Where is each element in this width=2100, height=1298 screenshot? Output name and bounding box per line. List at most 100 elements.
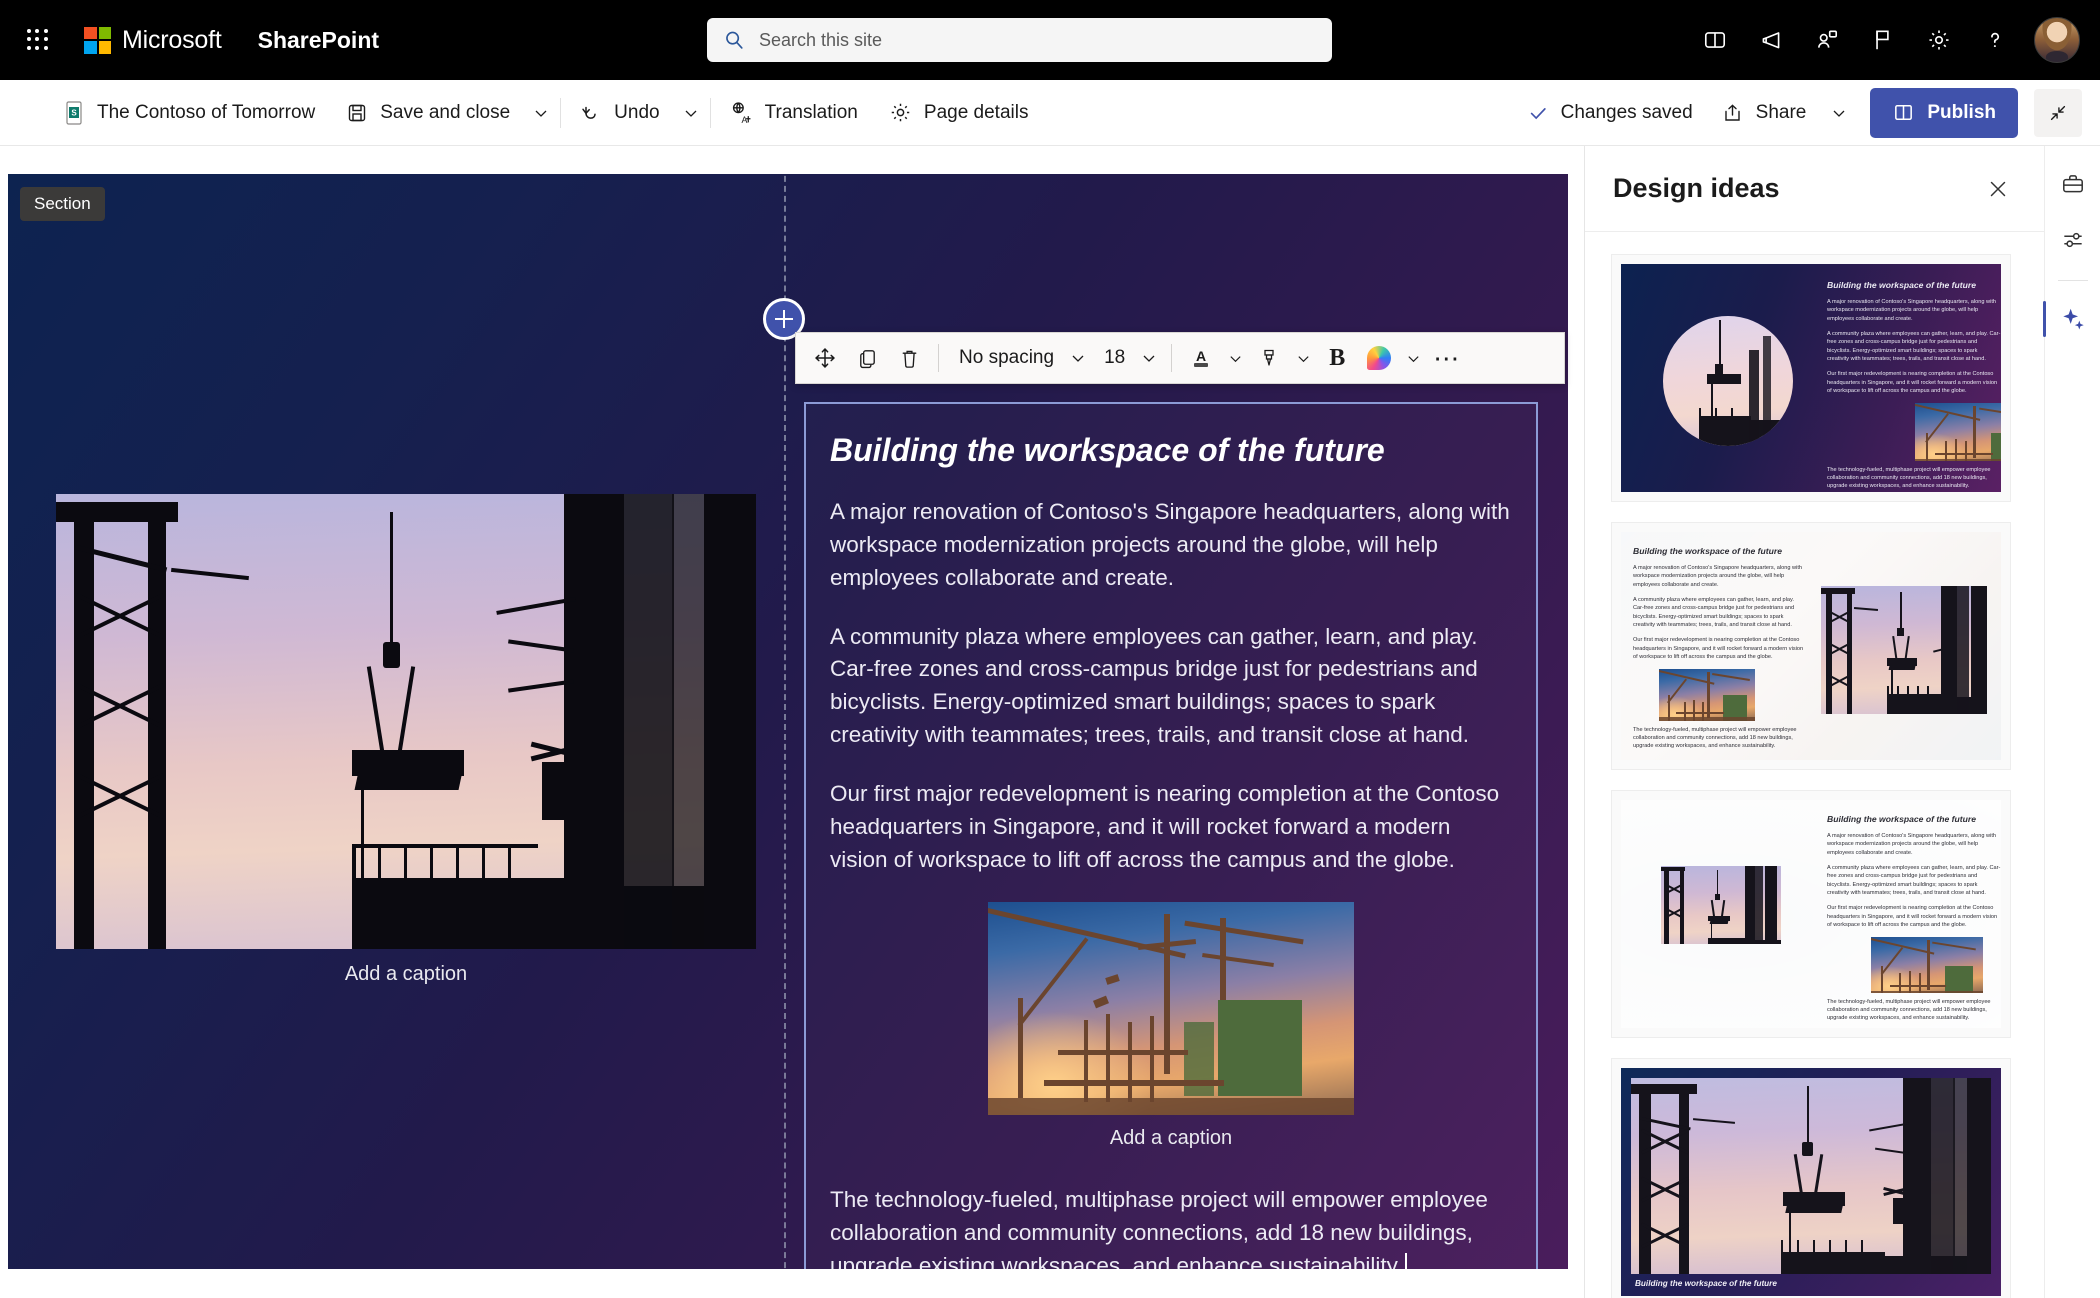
section-label[interactable]: Section (20, 187, 105, 221)
construction-photo (1631, 1078, 1991, 1274)
command-bar: S The Contoso of Tomorrow Save and close… (0, 80, 2100, 146)
app-name-label[interactable]: SharePoint (258, 27, 379, 54)
image-caption-left[interactable]: Add a caption (56, 963, 756, 986)
people-share-icon[interactable] (1800, 12, 1854, 68)
circle-photo (1663, 316, 1793, 446)
page-details-button[interactable]: Page details (874, 89, 1043, 137)
paragraph-style-dropdown[interactable]: No spacing (947, 337, 1092, 379)
construction-photo (1821, 586, 1987, 714)
font-size-dropdown[interactable]: 18 (1092, 337, 1163, 379)
microsoft-logo-icon (84, 26, 111, 54)
construction-photo (56, 494, 756, 949)
site-name-label: The Contoso of Tomorrow (97, 101, 316, 123)
text-webpart-paragraph-last[interactable]: The technology-fueled, multiphase projec… (830, 1184, 1512, 1269)
image-caption-inline[interactable]: Add a caption (988, 1127, 1354, 1150)
suite-bar-actions (1688, 0, 2086, 80)
design-ideas-list: Building the workspace of the future A m… (1585, 232, 2044, 1298)
undo-options-chevron-down-icon[interactable] (676, 89, 706, 137)
delete-icon[interactable] (888, 337, 930, 379)
design-idea-paragraph: The technology-fueled, multiphase projec… (1633, 726, 1797, 750)
design-ideas-icon[interactable] (2042, 295, 2097, 343)
app-launcher-icon[interactable] (16, 18, 60, 62)
changes-saved-label: Changes saved (1560, 101, 1693, 123)
design-ideas-panel: Design ideas Building the workspace of t… (1584, 146, 2044, 1298)
highlight-color-icon[interactable] (1248, 337, 1290, 379)
text-format-toolbar[interactable]: No spacing 18 A B ⋯ (795, 332, 1565, 384)
sharepoint-page-icon: S (66, 100, 82, 125)
design-ideas-title: Design ideas (1613, 173, 1780, 203)
crane-photo (988, 902, 1354, 1116)
avatar[interactable] (2034, 17, 2080, 63)
more-options-icon[interactable]: ⋯ (1426, 337, 1468, 379)
divider (560, 97, 562, 128)
design-idea-thumbnail: Building the workspace of the future (1621, 1068, 2001, 1296)
construction-photo (1661, 866, 1781, 944)
undo-button[interactable]: Undo (565, 89, 673, 137)
divider (2057, 280, 2088, 281)
move-handle-icon[interactable] (804, 337, 846, 379)
save-and-close-button[interactable]: Save and close (331, 89, 524, 137)
page-properties-icon[interactable] (2049, 216, 2097, 264)
text-webpart-paragraph[interactable]: Our first major redevelopment is nearing… (830, 778, 1512, 877)
font-color-icon[interactable]: A (1180, 337, 1222, 379)
share-button[interactable]: Share (1707, 89, 1821, 137)
design-idea-card[interactable]: Building the workspace of the future A m… (1611, 254, 2011, 502)
publish-button[interactable]: Publish (1870, 87, 2018, 138)
panel-icon[interactable] (1688, 12, 1742, 68)
font-size-value: 18 (1104, 347, 1126, 368)
text-webpart[interactable]: Building the workspace of the future A m… (804, 402, 1538, 1269)
duplicate-icon[interactable] (846, 337, 888, 379)
share-chevron-down-icon[interactable] (1824, 89, 1854, 137)
collapse-ribbon-button[interactable] (2034, 88, 2082, 137)
publish-icon (1895, 105, 1913, 120)
search-input[interactable] (759, 29, 1316, 51)
design-idea-paragraph: A community plaza where employees can ga… (1633, 596, 1795, 629)
image-webpart-left[interactable]: Add a caption (56, 494, 756, 986)
design-idea-text: Building the workspace of the future A m… (1827, 280, 2001, 492)
command-bar-left: S The Contoso of Tomorrow Save and close… (48, 89, 1042, 137)
svg-text:A: A (741, 115, 747, 125)
font-color-chevron-down-icon[interactable] (1222, 337, 1248, 379)
microsoft-logo[interactable]: Microsoft (84, 26, 222, 55)
megaphone-icon[interactable] (1744, 12, 1798, 68)
design-idea-card[interactable]: Building the workspace of the future A m… (1611, 522, 2011, 770)
design-idea-paragraph: Our first major redevelopment is nearing… (1633, 637, 1804, 661)
page-details-gear-icon (891, 103, 910, 122)
close-icon[interactable] (1978, 169, 2018, 209)
page-details-label: Page details (923, 101, 1029, 123)
text-webpart-title[interactable]: Building the workspace of the future (830, 430, 1512, 470)
suite-bar: Microsoft SharePoint (0, 0, 2100, 80)
bold-icon[interactable]: B (1316, 337, 1358, 379)
flag-icon[interactable] (1856, 12, 1910, 68)
translation-button[interactable]: A Translation (715, 89, 872, 137)
search-box[interactable] (707, 18, 1332, 62)
right-rail (2042, 146, 2100, 1298)
site-name-button[interactable]: S The Contoso of Tomorrow (48, 89, 329, 137)
save-and-close-label: Save and close (380, 101, 511, 123)
design-idea-title: Building the workspace of the future (1827, 280, 1976, 290)
mini-crane-photo (1659, 668, 1755, 721)
chevron-down-icon (1141, 350, 1157, 366)
design-idea-thumbnail: Building the workspace of the future A m… (1621, 264, 2001, 492)
gear-icon[interactable] (1912, 12, 1966, 68)
design-idea-paragraph: The technology-fueled, multiphase projec… (1827, 466, 1991, 490)
save-options-chevron-down-icon[interactable] (526, 89, 556, 137)
share-icon (1724, 103, 1740, 121)
page-canvas[interactable]: Section Add a caption Building the works… (0, 146, 1580, 1298)
help-icon[interactable] (1968, 12, 2022, 68)
undo-icon (582, 106, 596, 119)
svg-text:S: S (71, 108, 77, 117)
design-idea-paragraph: Our first major redevelopment is nearing… (1827, 905, 1998, 929)
inline-image-webpart[interactable]: Add a caption (988, 902, 1354, 1150)
text-webpart-paragraph[interactable]: A community plaza where employees can ga… (830, 621, 1512, 752)
design-idea-card[interactable]: Building the workspace of the future A m… (1611, 790, 2011, 1038)
translation-label: Translation (764, 101, 858, 123)
mini-crane-photo (1871, 936, 1983, 993)
text-webpart-paragraph[interactable]: A major renovation of Contoso's Singapor… (830, 496, 1512, 595)
design-idea-paragraph: The technology-fueled, multiphase projec… (1827, 998, 1991, 1022)
toolbox-icon[interactable] (2049, 160, 2097, 208)
copilot-chevron-down-icon[interactable] (1400, 337, 1426, 379)
copilot-icon[interactable] (1358, 337, 1400, 379)
design-idea-card[interactable]: Building the workspace of the future (1611, 1058, 2011, 1298)
highlight-chevron-down-icon[interactable] (1290, 337, 1316, 379)
